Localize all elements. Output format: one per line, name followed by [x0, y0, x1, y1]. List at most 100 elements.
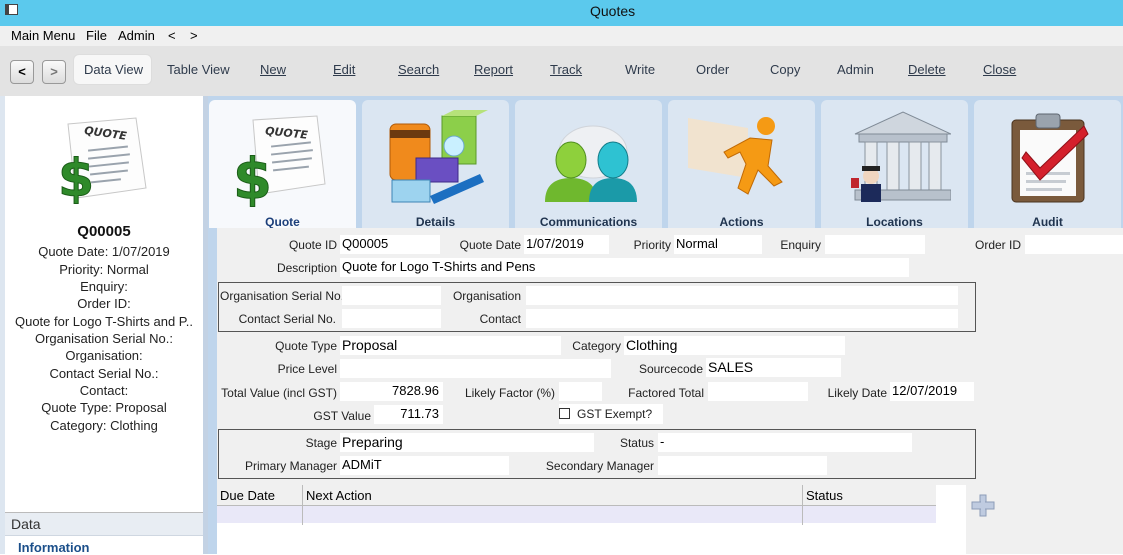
grid-header: Due Date Next Action Status — [217, 485, 936, 506]
tab-communications[interactable]: Communications — [515, 100, 662, 229]
quote-type-field[interactable]: Proposal — [340, 336, 561, 355]
menu-admin[interactable]: Admin — [118, 28, 155, 43]
gst-value-field[interactable]: 711.73 — [374, 405, 443, 424]
tab-locations-label: Locations — [866, 215, 923, 229]
order-button[interactable]: Order — [696, 62, 729, 77]
data-view-label: Data View — [84, 62, 144, 77]
sourcecode-label: Sourcecode — [638, 362, 703, 376]
menu-bar: Main Menu File Admin < > — [0, 26, 1123, 46]
likely-date-label: Likely Date — [827, 386, 887, 400]
add-row-icon[interactable] — [971, 494, 995, 517]
information-link[interactable]: Information — [18, 540, 90, 555]
tab-quote[interactable]: QUOTE $ Quote — [209, 100, 356, 229]
organisation-label: Organisation — [452, 289, 521, 303]
contact-field[interactable] — [526, 309, 958, 328]
priority-label: Priority — [633, 238, 671, 252]
gst-value-label: GST Value — [313, 409, 371, 423]
quote-dollar-icon: QUOTE $ — [58, 117, 147, 210]
column-due-date[interactable]: Due Date — [220, 488, 275, 503]
table-row[interactable] — [217, 506, 936, 523]
admin-button[interactable]: Admin — [837, 62, 874, 77]
sourcecode-field[interactable]: SALES — [706, 358, 841, 377]
gst-exempt-checkbox[interactable] — [559, 408, 570, 419]
primary-manager-field[interactable]: ADMiT — [340, 456, 509, 475]
total-value-field[interactable]: 7828.96 — [340, 382, 443, 401]
quote-date-field[interactable]: 1/07/2019 — [524, 235, 609, 254]
data-section-label: Data — [11, 516, 41, 532]
factored-total-field[interactable] — [708, 382, 808, 401]
table-view-button[interactable]: Table View — [167, 62, 230, 77]
category-field[interactable]: Clothing — [624, 336, 845, 355]
svg-text:$: $ — [233, 147, 272, 210]
data-section-header[interactable]: Data — [5, 512, 203, 536]
tab-quote-label: Quote — [265, 215, 300, 229]
organisation-field[interactable] — [526, 286, 958, 305]
summary-panel: QUOTE $ Q00005 Quote Date: 1/07/2019 Pri… — [0, 96, 208, 555]
column-status[interactable]: Status — [806, 488, 843, 503]
order-id-label: Order ID — [974, 238, 1021, 252]
secondary-manager-label: Secondary Manager — [545, 459, 654, 473]
summary-quote-type: Quote Type: Proposal — [41, 400, 167, 415]
gst-exempt-toggle[interactable]: GST Exempt? — [559, 404, 663, 424]
grid-margin — [936, 485, 966, 554]
tab-actions[interactable]: Actions — [668, 100, 815, 229]
order-id-field[interactable] — [1025, 235, 1123, 254]
write-button[interactable]: Write — [625, 62, 655, 77]
bank-building-icon — [851, 111, 951, 202]
quote-id-field[interactable]: Q00005 — [340, 235, 440, 254]
new-button[interactable]: New — [260, 62, 286, 77]
priority-field[interactable]: Normal — [674, 235, 762, 254]
likely-factor-label: Likely Factor (%) — [464, 386, 555, 400]
summary-category: Category: Clothing — [50, 418, 158, 433]
description-label: Description — [276, 261, 337, 275]
likely-factor-field[interactable] — [559, 382, 602, 401]
edit-button[interactable]: Edit — [333, 62, 355, 77]
enquiry-field[interactable] — [825, 235, 925, 254]
title-bar: Quotes — [0, 0, 1123, 26]
menu-file[interactable]: File — [86, 28, 107, 43]
secondary-manager-field[interactable] — [658, 456, 827, 475]
likely-date-field[interactable]: 12/07/2019 — [890, 382, 974, 401]
contact-serial-field[interactable] — [342, 309, 441, 328]
close-button[interactable]: Close — [983, 62, 1016, 77]
quote-date-label: Quote Date — [459, 238, 521, 252]
summary-enquiry: Enquiry: — [80, 279, 128, 294]
copy-button[interactable]: Copy — [770, 62, 800, 77]
enquiry-label: Enquiry — [780, 238, 821, 252]
quote-id-label: Quote ID — [288, 238, 337, 252]
stage-field[interactable]: Preparing — [340, 433, 594, 452]
org-serial-field[interactable] — [342, 286, 441, 305]
tab-details[interactable]: Details — [362, 100, 509, 229]
summary-quote-id: Q00005 — [77, 223, 131, 240]
summary-description: Quote for Logo T-Shirts and P.. — [14, 314, 194, 329]
summary-quote-date: Quote Date: 1/07/2019 — [38, 244, 170, 259]
forward-button[interactable]: > — [42, 60, 66, 84]
delete-button[interactable]: Delete — [908, 62, 946, 77]
price-level-field[interactable] — [340, 359, 611, 378]
tab-communications-label: Communications — [539, 215, 638, 229]
total-value-label: Total Value (incl GST) — [221, 386, 337, 400]
org-serial-label: Organisation Serial No. — [220, 289, 345, 303]
window-title: Quotes — [590, 3, 636, 19]
status-field[interactable]: - — [658, 433, 912, 452]
quote-type-label: Quote Type — [275, 339, 337, 353]
menu-forward[interactable]: > — [190, 28, 198, 43]
menu-back[interactable]: < — [168, 28, 176, 43]
tab-locations[interactable]: Locations — [821, 100, 968, 229]
track-button[interactable]: Track — [550, 62, 582, 77]
summary-contact-serial: Contact Serial No.: — [49, 366, 159, 381]
description-field[interactable]: Quote for Logo T-Shirts and Pens — [340, 258, 909, 277]
next-action-grid: Due Date Next Action Status — [217, 485, 936, 554]
menu-main-menu[interactable]: Main Menu — [11, 28, 75, 43]
back-button[interactable]: < — [10, 60, 34, 84]
stage-label: Stage — [305, 436, 337, 450]
quote-dollar-icon: QUOTE $ — [233, 115, 326, 210]
summary-contact: Contact: — [79, 383, 129, 398]
product-boxes-icon — [389, 110, 488, 204]
factored-total-label: Factored Total — [628, 386, 704, 400]
svg-text:$: $ — [58, 149, 94, 209]
tab-audit[interactable]: Audit — [974, 100, 1121, 229]
column-next-action[interactable]: Next Action — [306, 488, 372, 503]
search-button[interactable]: Search — [398, 62, 439, 77]
report-button[interactable]: Report — [474, 62, 513, 77]
